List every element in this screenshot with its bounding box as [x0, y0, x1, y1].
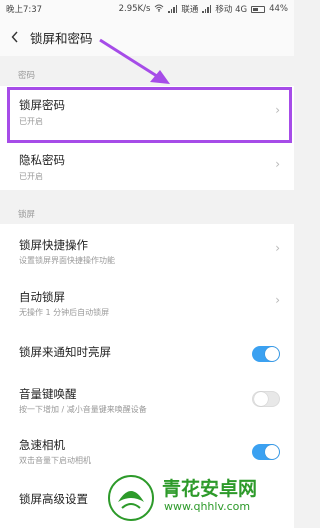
annotation-arrow [99, 38, 170, 84]
watermark-text: 青花安卓网 [162, 478, 258, 500]
watermark-logo-icon [106, 474, 156, 522]
watermark-url: www.qhhlv.com [164, 500, 251, 513]
watermark: 青花安卓网 www.qhhlv.com [100, 470, 290, 526]
